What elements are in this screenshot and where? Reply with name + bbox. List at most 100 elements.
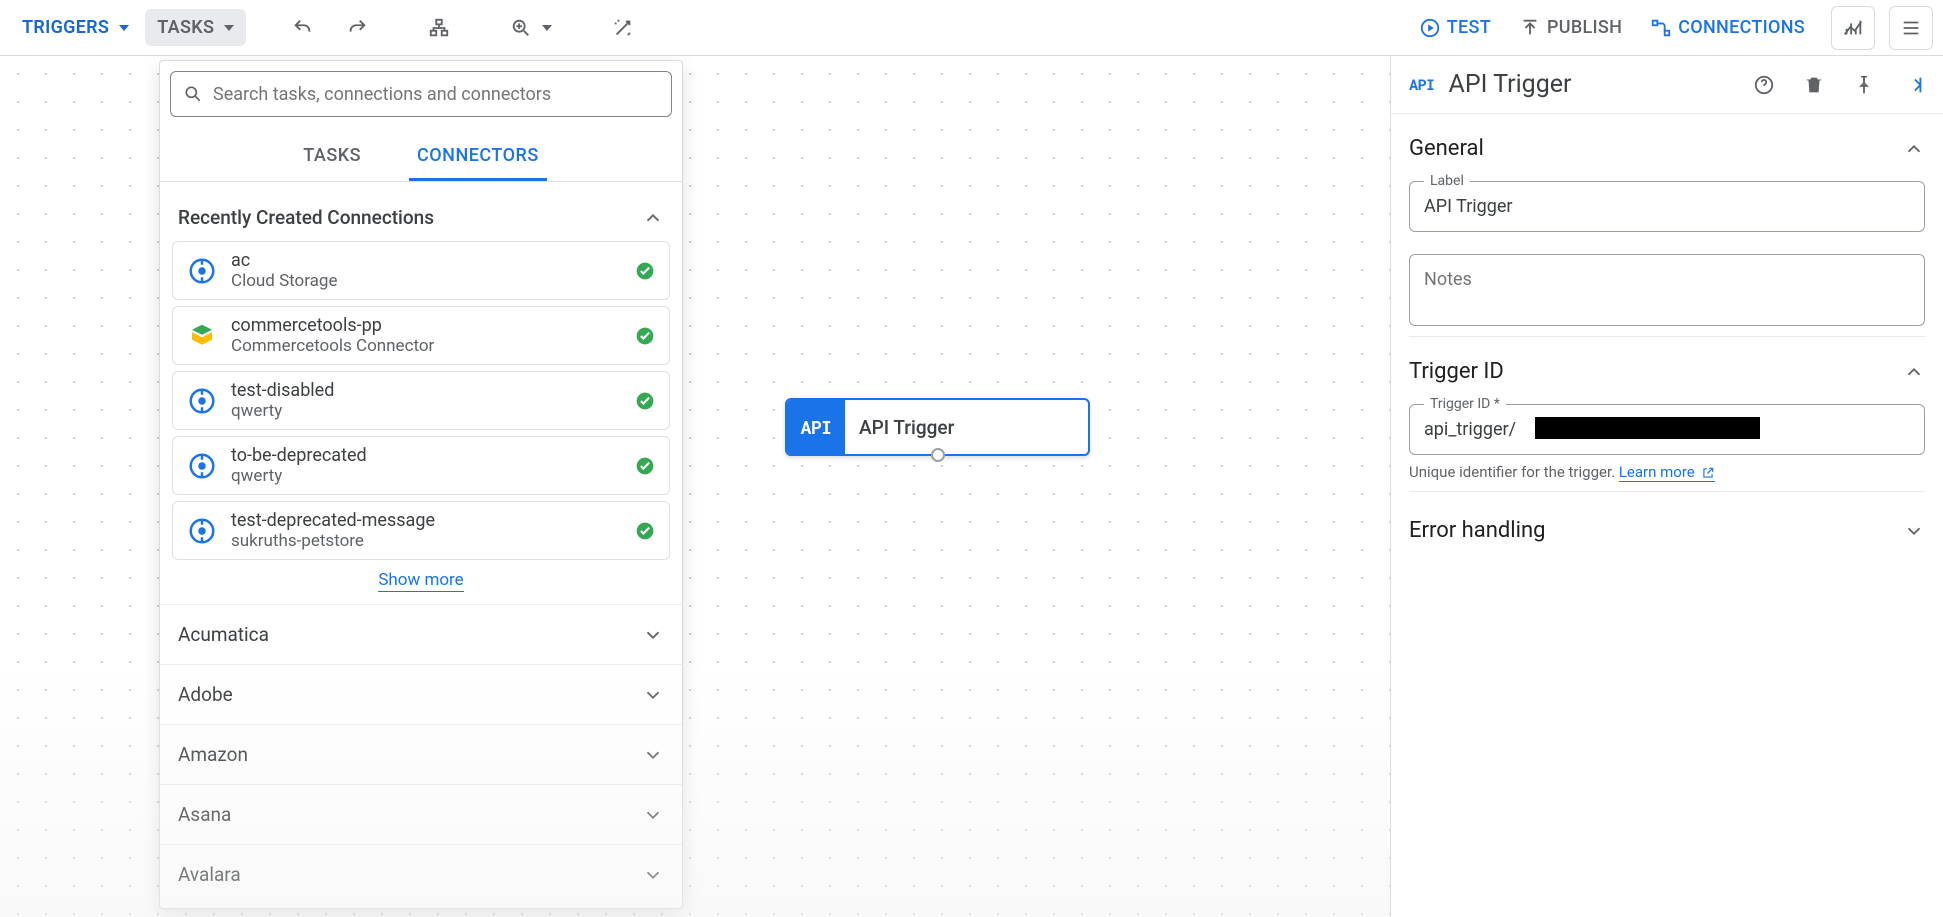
label-input[interactable] xyxy=(1410,182,1924,231)
status-ok-icon xyxy=(635,391,655,411)
top-toolbar: TRIGGERS TASKS xyxy=(0,0,1943,56)
zoom-in-icon xyxy=(510,17,532,39)
search-field[interactable] xyxy=(170,71,672,117)
connections-button[interactable]: CONNECTIONS xyxy=(1638,9,1817,47)
help-icon[interactable] xyxy=(1753,74,1775,96)
connection-subtitle: Cloud Storage xyxy=(231,271,621,291)
external-link-icon xyxy=(1701,466,1715,480)
search-icon xyxy=(183,84,203,104)
cloud-connector-icon xyxy=(187,386,217,416)
section-error-handling-header[interactable]: Error handling xyxy=(1409,492,1925,569)
trigger-id-field[interactable]: Trigger ID * xyxy=(1409,404,1925,455)
layout-button[interactable] xyxy=(414,9,464,47)
undo-icon xyxy=(292,17,314,39)
section-trigger-id: Trigger ID Trigger ID * Unique identifie… xyxy=(1409,337,1925,492)
notes-field[interactable] xyxy=(1409,254,1925,326)
test-button[interactable]: TEST xyxy=(1407,9,1503,47)
section-trigger-id-header[interactable]: Trigger ID xyxy=(1409,359,1925,384)
analytics-icon xyxy=(1842,17,1864,39)
collapse-panel-icon[interactable] xyxy=(1903,74,1925,96)
tasks-dropdown-button[interactable]: TASKS xyxy=(145,9,246,46)
tab-connectors[interactable]: CONNECTORS xyxy=(409,137,547,181)
cloud-connector-icon xyxy=(187,451,217,481)
search-input[interactable] xyxy=(213,84,659,105)
side-panel: API API Trigger General xyxy=(1390,56,1943,917)
menu-button[interactable] xyxy=(1889,6,1933,50)
vendor-row[interactable]: Avalara xyxy=(160,844,682,904)
connections-icon xyxy=(1650,17,1672,39)
triggers-dropdown-button[interactable]: TRIGGERS xyxy=(10,9,141,46)
chevron-down-icon xyxy=(642,864,664,886)
publish-label: PUBLISH xyxy=(1547,17,1622,38)
vendor-row[interactable]: Acumatica xyxy=(160,604,682,664)
delete-icon[interactable] xyxy=(1803,74,1825,96)
play-circle-icon xyxy=(1419,17,1441,39)
label-field-label: Label xyxy=(1424,173,1470,189)
zoom-button[interactable] xyxy=(496,9,566,47)
trigger-id-helper: Unique identifier for the trigger. Learn… xyxy=(1409,463,1925,481)
connection-item[interactable]: test-disabledqwerty xyxy=(172,371,670,430)
vendor-row[interactable]: Amazon xyxy=(160,724,682,784)
trigger-id-helper-text: Unique identifier for the trigger. xyxy=(1409,463,1615,481)
tab-tasks[interactable]: TASKS xyxy=(295,137,369,181)
layout-icon xyxy=(428,17,450,39)
vendor-row[interactable]: Asana xyxy=(160,784,682,844)
status-ok-icon xyxy=(635,521,655,541)
dropdown-body[interactable]: Recently Created Connections acCloud Sto… xyxy=(160,182,682,908)
recent-connections-header[interactable]: Recently Created Connections xyxy=(160,190,682,241)
connection-name: test-disabled xyxy=(231,380,621,401)
vendor-label: Asana xyxy=(178,803,231,826)
pin-icon[interactable] xyxy=(1853,74,1875,96)
analytics-button[interactable] xyxy=(1831,6,1875,50)
dropdown-tabs: TASKS CONNECTORS xyxy=(160,123,682,182)
vendor-label: Acumatica xyxy=(178,623,269,646)
redo-button[interactable] xyxy=(332,9,382,47)
node-api-trigger[interactable]: API API Trigger xyxy=(785,398,1090,456)
recent-connections-title: Recently Created Connections xyxy=(178,206,434,229)
node-output-port[interactable] xyxy=(931,448,945,462)
undo-button[interactable] xyxy=(278,9,328,47)
section-trigger-id-heading: Trigger ID xyxy=(1409,359,1504,384)
vendor-row[interactable]: Adobe xyxy=(160,664,682,724)
commercetools-icon xyxy=(187,321,217,351)
notes-input[interactable] xyxy=(1410,255,1924,321)
section-general-heading: General xyxy=(1409,136,1484,161)
connection-name: commercetools-pp xyxy=(231,315,621,336)
section-error-handling-heading: Error handling xyxy=(1409,518,1546,543)
connection-item[interactable]: commercetools-ppCommercetools Connector xyxy=(172,306,670,365)
side-title: API Trigger xyxy=(1449,70,1725,99)
connection-subtitle: Commercetools Connector xyxy=(231,336,621,356)
main-area: API API Trigger TASKS CONNECTORS Rece xyxy=(0,56,1943,917)
chevron-down-icon xyxy=(1903,520,1925,542)
cloud-connector-icon xyxy=(187,516,217,546)
status-ok-icon xyxy=(635,456,655,476)
learn-more-link[interactable]: Learn more xyxy=(1619,463,1716,482)
canvas[interactable]: API API Trigger TASKS CONNECTORS Rece xyxy=(0,56,1390,917)
cloud-connector-icon xyxy=(187,256,217,286)
node-label: API Trigger xyxy=(845,400,954,454)
connection-item[interactable]: acCloud Storage xyxy=(172,241,670,300)
trigger-id-field-label: Trigger ID * xyxy=(1424,396,1506,412)
connection-name: ac xyxy=(231,250,621,271)
connection-item[interactable]: test-deprecated-messagesukruths-petstore xyxy=(172,501,670,560)
connection-item[interactable]: to-be-deprecatedqwerty xyxy=(172,436,670,495)
magic-wand-button[interactable] xyxy=(598,9,648,47)
status-ok-icon xyxy=(635,326,655,346)
chevron-up-icon xyxy=(1903,138,1925,160)
triggers-label: TRIGGERS xyxy=(22,17,109,38)
label-field[interactable]: Label xyxy=(1409,181,1925,232)
publish-button[interactable]: PUBLISH xyxy=(1507,9,1634,47)
section-general-header[interactable]: General xyxy=(1409,136,1925,161)
connection-subtitle: qwerty xyxy=(231,401,621,421)
chevron-down-icon xyxy=(642,804,664,826)
show-more-link[interactable]: Show more xyxy=(378,570,463,592)
node-badge: API xyxy=(787,400,845,454)
show-more-row: Show more xyxy=(160,560,682,604)
connection-subtitle: sukruths-petstore xyxy=(231,531,621,551)
tasks-label: TASKS xyxy=(157,17,214,38)
vendor-label: Avalara xyxy=(178,863,241,886)
side-badge: API xyxy=(1409,75,1435,95)
connection-list: acCloud Storage commercetools-ppCommercet… xyxy=(160,241,682,560)
connection-name: to-be-deprecated xyxy=(231,445,621,466)
chevron-down-icon xyxy=(642,624,664,646)
